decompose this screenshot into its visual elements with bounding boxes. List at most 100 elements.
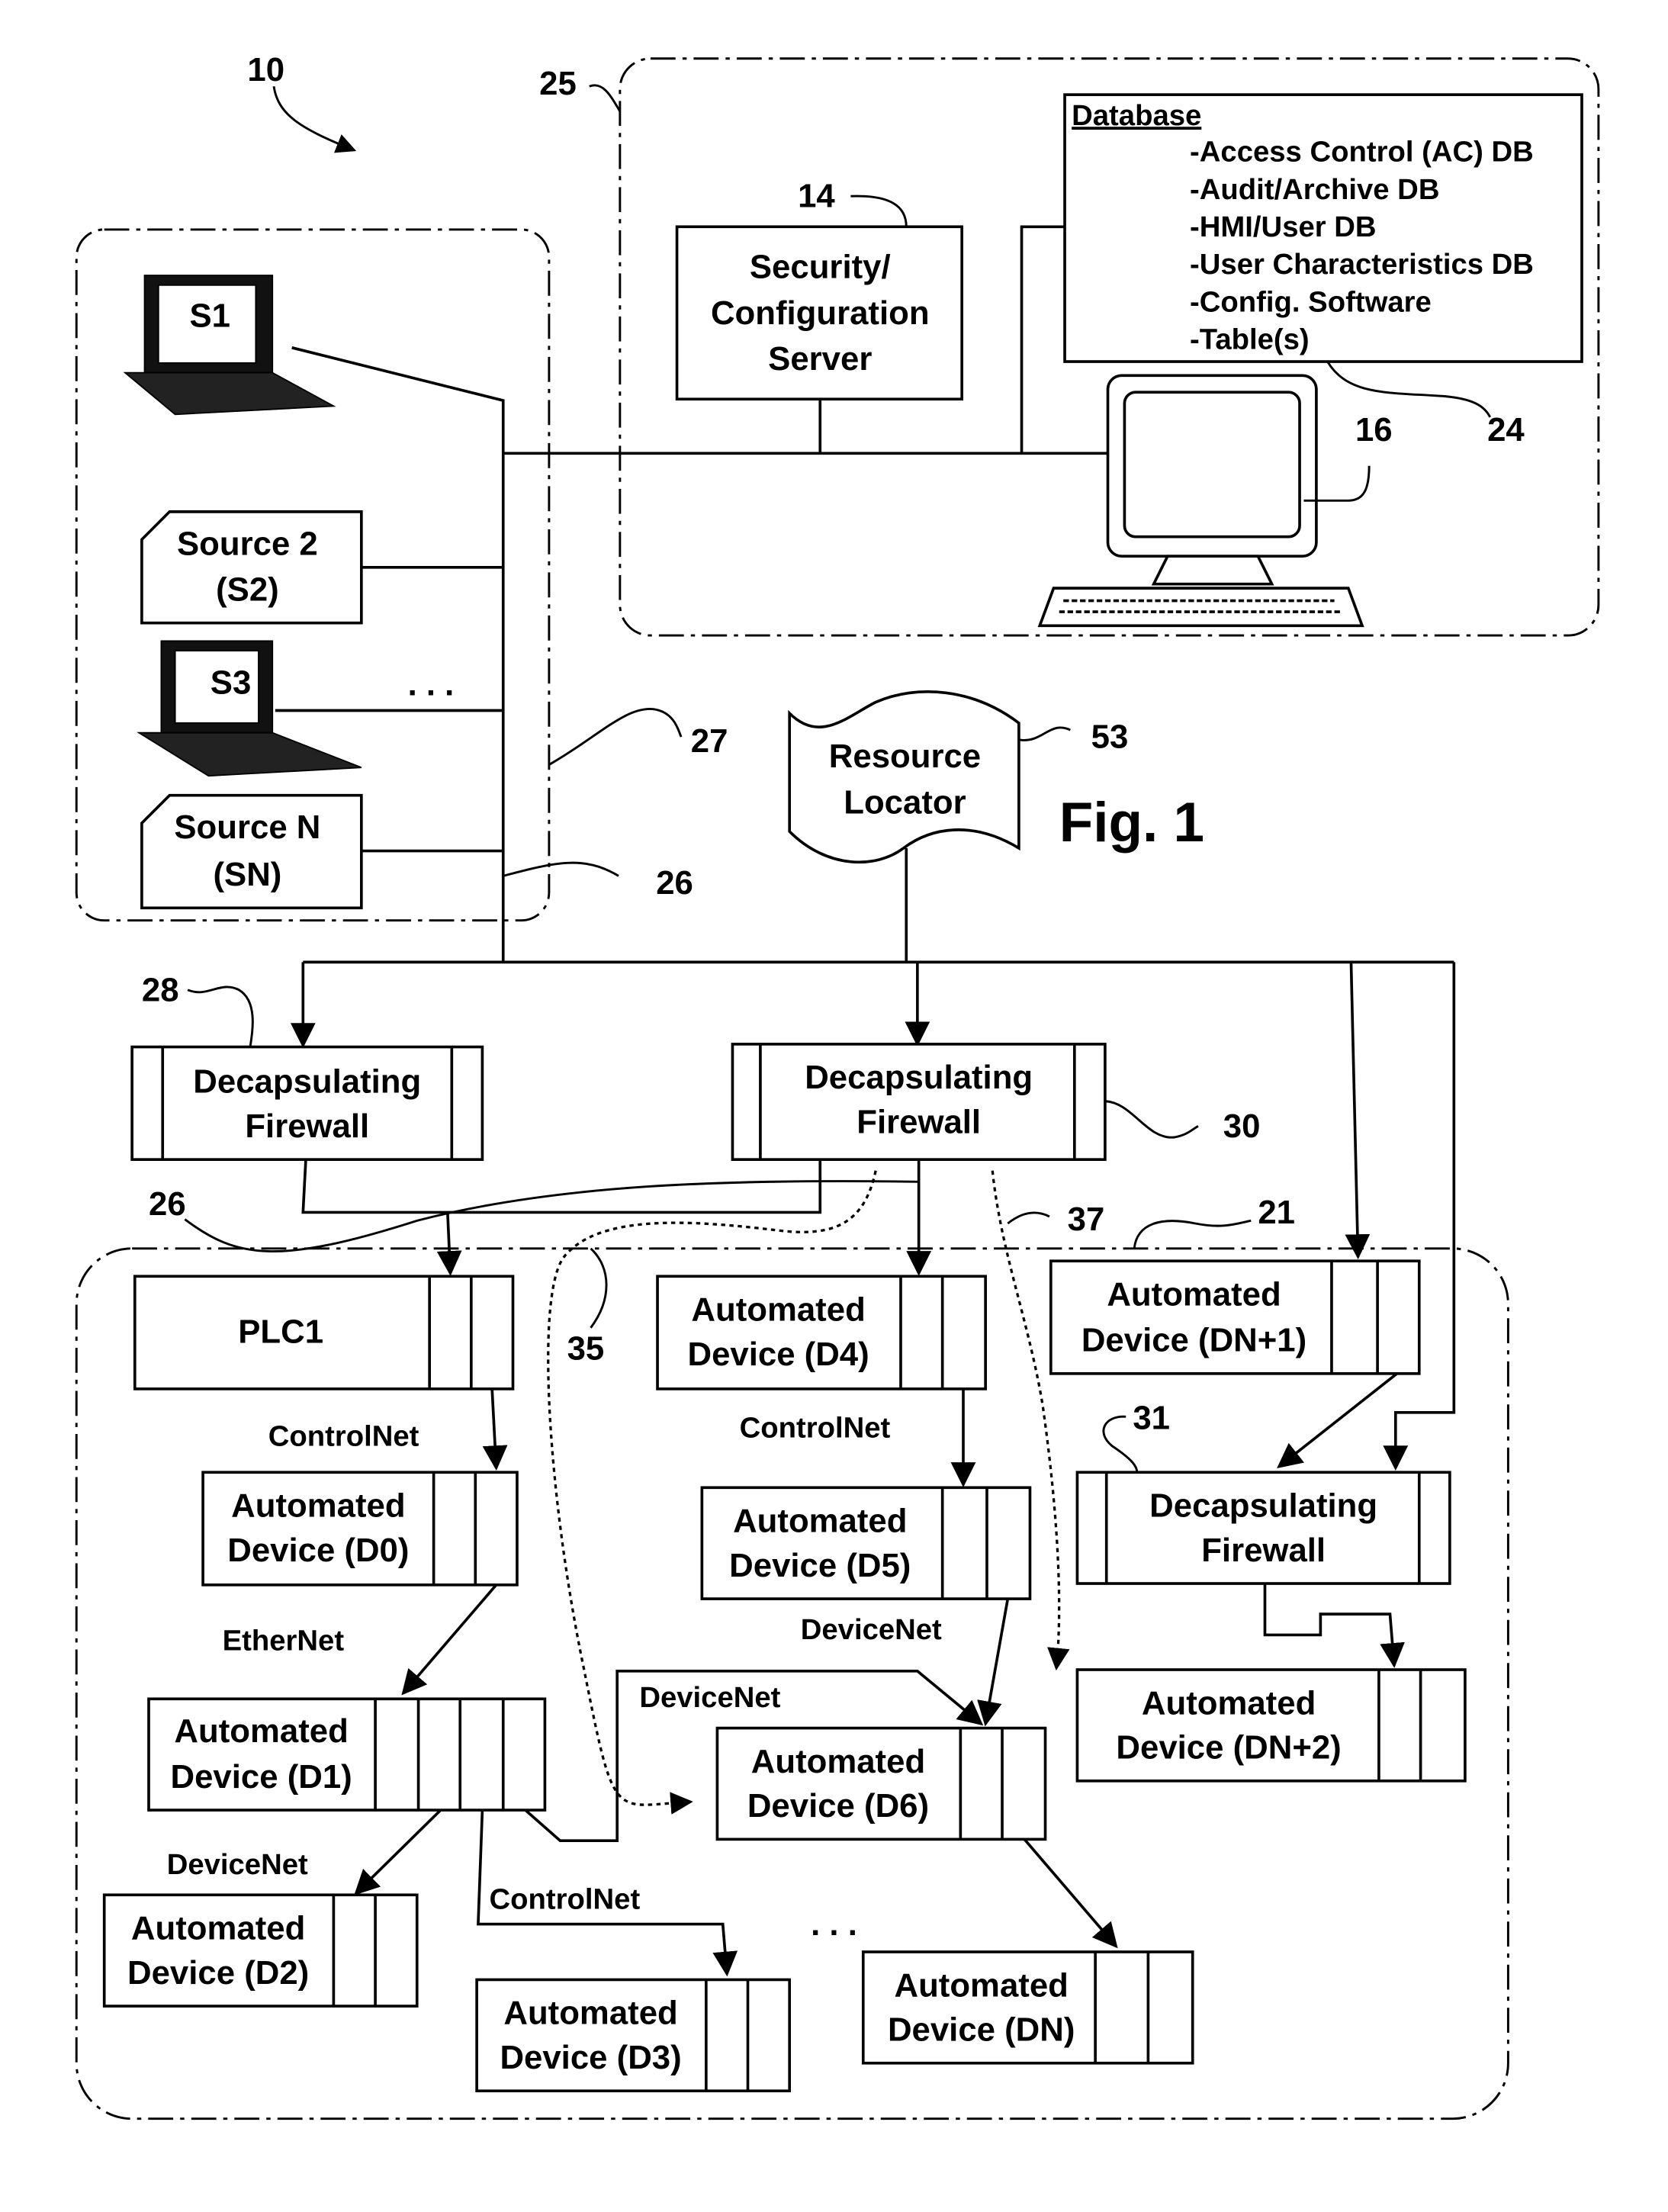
- database-item: -User Characteristics DB: [1190, 248, 1534, 281]
- device-d5-line2: Device (D5): [729, 1547, 911, 1584]
- patent-figure-1: 10 25 S1 Source 2 (S2) S3 . . . Source N…: [75, 51, 1600, 2120]
- source-bus-lines: [275, 346, 1112, 963]
- ref-24-leader: [1326, 361, 1492, 418]
- automated-device-dn1[interactable]: Automated Device (DN+1): [1049, 1259, 1421, 1375]
- ref-21: 21: [1258, 1194, 1295, 1231]
- ref-10: 10: [247, 51, 284, 88]
- device-d1-line2: Device (D1): [171, 1758, 352, 1796]
- source-s2-line2: (S2): [216, 571, 279, 609]
- database-item: -Config. Software: [1190, 285, 1432, 318]
- resource-locator[interactable]: Resource Locator: [788, 690, 1020, 864]
- security-configuration-server[interactable]: Security/ Configuration Server: [675, 225, 963, 401]
- database-title: Database: [1072, 99, 1201, 132]
- link-d5-d6: [977, 1598, 1010, 1727]
- ref-53-leader: [1018, 726, 1071, 741]
- decapsulating-firewall-30[interactable]: Decapsulating Firewall: [731, 1043, 1107, 1161]
- source-s2-line1: Source 2: [177, 525, 318, 562]
- firewall-30-line1: Decapsulating: [805, 1059, 1033, 1096]
- database-item: -Audit/Archive DB: [1190, 173, 1439, 206]
- automated-device-d3[interactable]: Automated Device (D3): [475, 1978, 792, 2093]
- firewall-28-line2: Firewall: [245, 1108, 369, 1145]
- device-d2-line1: Automated: [131, 1910, 305, 1947]
- ref-25-leader: [589, 84, 622, 112]
- ref-14: 14: [798, 178, 835, 215]
- device-d6-line1: Automated: [751, 1743, 925, 1780]
- ref-30-leader: [1104, 1100, 1199, 1139]
- link-dn1-f31: [1277, 1372, 1398, 1468]
- network-label-d4-d5: ControlNet: [740, 1412, 891, 1445]
- ref-28-leader: [187, 985, 254, 1047]
- device-d4-line2: Device (D4): [687, 1336, 869, 1373]
- source-s3-label: S3: [211, 664, 252, 702]
- device-dn2-line2: Device (DN+2): [1116, 1729, 1341, 1767]
- automated-device-d2[interactable]: Automated Device (D2): [102, 1893, 419, 2008]
- ref-31: 31: [1133, 1400, 1170, 1437]
- link-d0-d1: [401, 1583, 498, 1696]
- ref-37-leader: [1007, 1211, 1050, 1225]
- server-line2: Configuration: [711, 294, 930, 332]
- device-d3-line2: Device (D3): [500, 2039, 681, 2076]
- ref-26b-leader: [184, 1180, 919, 1253]
- source-sn-line1: Source N: [174, 809, 320, 846]
- network-label-d1-d2: DeviceNet: [167, 1848, 308, 1881]
- ref-25: 25: [539, 65, 577, 102]
- automated-device-d0[interactable]: Automated Device (D0): [201, 1471, 519, 1587]
- database-item: -Table(s): [1190, 323, 1310, 356]
- ref-35: 35: [567, 1330, 605, 1368]
- device-d3-line1: Automated: [503, 1995, 677, 2032]
- source-s1-label: S1: [189, 297, 230, 334]
- device-dn2-line1: Automated: [1142, 1684, 1316, 1722]
- database-box[interactable]: Database -Access Control (AC) DB -Audit/…: [1063, 93, 1583, 363]
- devices-ellipsis: . . .: [811, 1905, 857, 1943]
- firewall-28-line1: Decapsulating: [193, 1063, 421, 1101]
- ref-14-leader: [850, 195, 908, 227]
- automated-device-dn[interactable]: Automated Device (DN): [861, 1950, 1194, 2065]
- decapsulating-firewall-28[interactable]: Decapsulating Firewall: [130, 1045, 484, 1161]
- laptop-icon-s1: S1: [123, 275, 336, 416]
- device-dn1-line1: Automated: [1107, 1276, 1281, 1313]
- resource-locator-line1: Resource: [829, 738, 981, 775]
- device-d0-line1: Automated: [231, 1487, 405, 1525]
- link-plc1-d0: [482, 1388, 508, 1471]
- firewall-31-line1: Decapsulating: [1149, 1487, 1377, 1525]
- ref-26a: 26: [656, 864, 693, 902]
- ref-31-leader: [1102, 1415, 1139, 1473]
- ref-26a-leader: [503, 861, 619, 877]
- link-d6-dn: [1023, 1838, 1118, 1949]
- automated-device-d4[interactable]: Automated Device (D4): [656, 1275, 987, 1391]
- network-label-d1-d3: ControlNet: [490, 1882, 641, 1915]
- device-d1-line1: Automated: [174, 1712, 348, 1750]
- ref-28: 28: [142, 971, 179, 1008]
- plc1[interactable]: PLC1: [133, 1275, 515, 1391]
- device-d2-line2: Device (D2): [127, 1954, 309, 1992]
- automated-device-d5[interactable]: Automated Device (D5): [700, 1486, 1032, 1600]
- device-d4-line1: Automated: [691, 1291, 865, 1329]
- automated-device-dn2[interactable]: Automated Device (DN+2): [1075, 1668, 1467, 1783]
- ref-24: 24: [1487, 411, 1525, 449]
- automated-device-d1[interactable]: Automated Device (D1): [147, 1697, 547, 1812]
- network-label-d0-d1: EtherNet: [223, 1625, 345, 1657]
- device-dn1-line2: Device (DN+1): [1081, 1322, 1306, 1359]
- source-sn-line2: (SN): [213, 856, 281, 893]
- ref-21-leader: [1133, 1219, 1252, 1249]
- ref-37: 37: [1068, 1201, 1105, 1238]
- ref-35-leader: [590, 1247, 608, 1329]
- laptop-icon-s3: S3: [137, 640, 362, 777]
- figure-label: Fig. 1: [1059, 792, 1204, 854]
- plc1-label: PLC1: [238, 1313, 323, 1351]
- device-dn-line1: Automated: [894, 1966, 1068, 2004]
- device-d6-line2: Device (D6): [747, 1787, 929, 1825]
- sources-ellipsis: . . .: [408, 665, 455, 703]
- firewall-to-device-links: [301, 1159, 932, 1276]
- ref-27: 27: [691, 722, 728, 760]
- firewall-30-line2: Firewall: [856, 1104, 981, 1141]
- ref-27-leader: [548, 708, 683, 766]
- decapsulating-firewall-31[interactable]: Decapsulating Firewall: [1075, 1471, 1451, 1585]
- automated-device-d6[interactable]: Automated Device (D6): [715, 1726, 1047, 1841]
- server-line3: Server: [768, 340, 872, 378]
- link-f31-dn2: [1263, 1583, 1405, 1668]
- server-line1: Security/: [750, 249, 891, 286]
- firewall-31-line2: Firewall: [1201, 1532, 1326, 1569]
- network-label-d5-d6: DeviceNet: [801, 1613, 942, 1646]
- network-label-plc1-d0: ControlNet: [268, 1420, 419, 1453]
